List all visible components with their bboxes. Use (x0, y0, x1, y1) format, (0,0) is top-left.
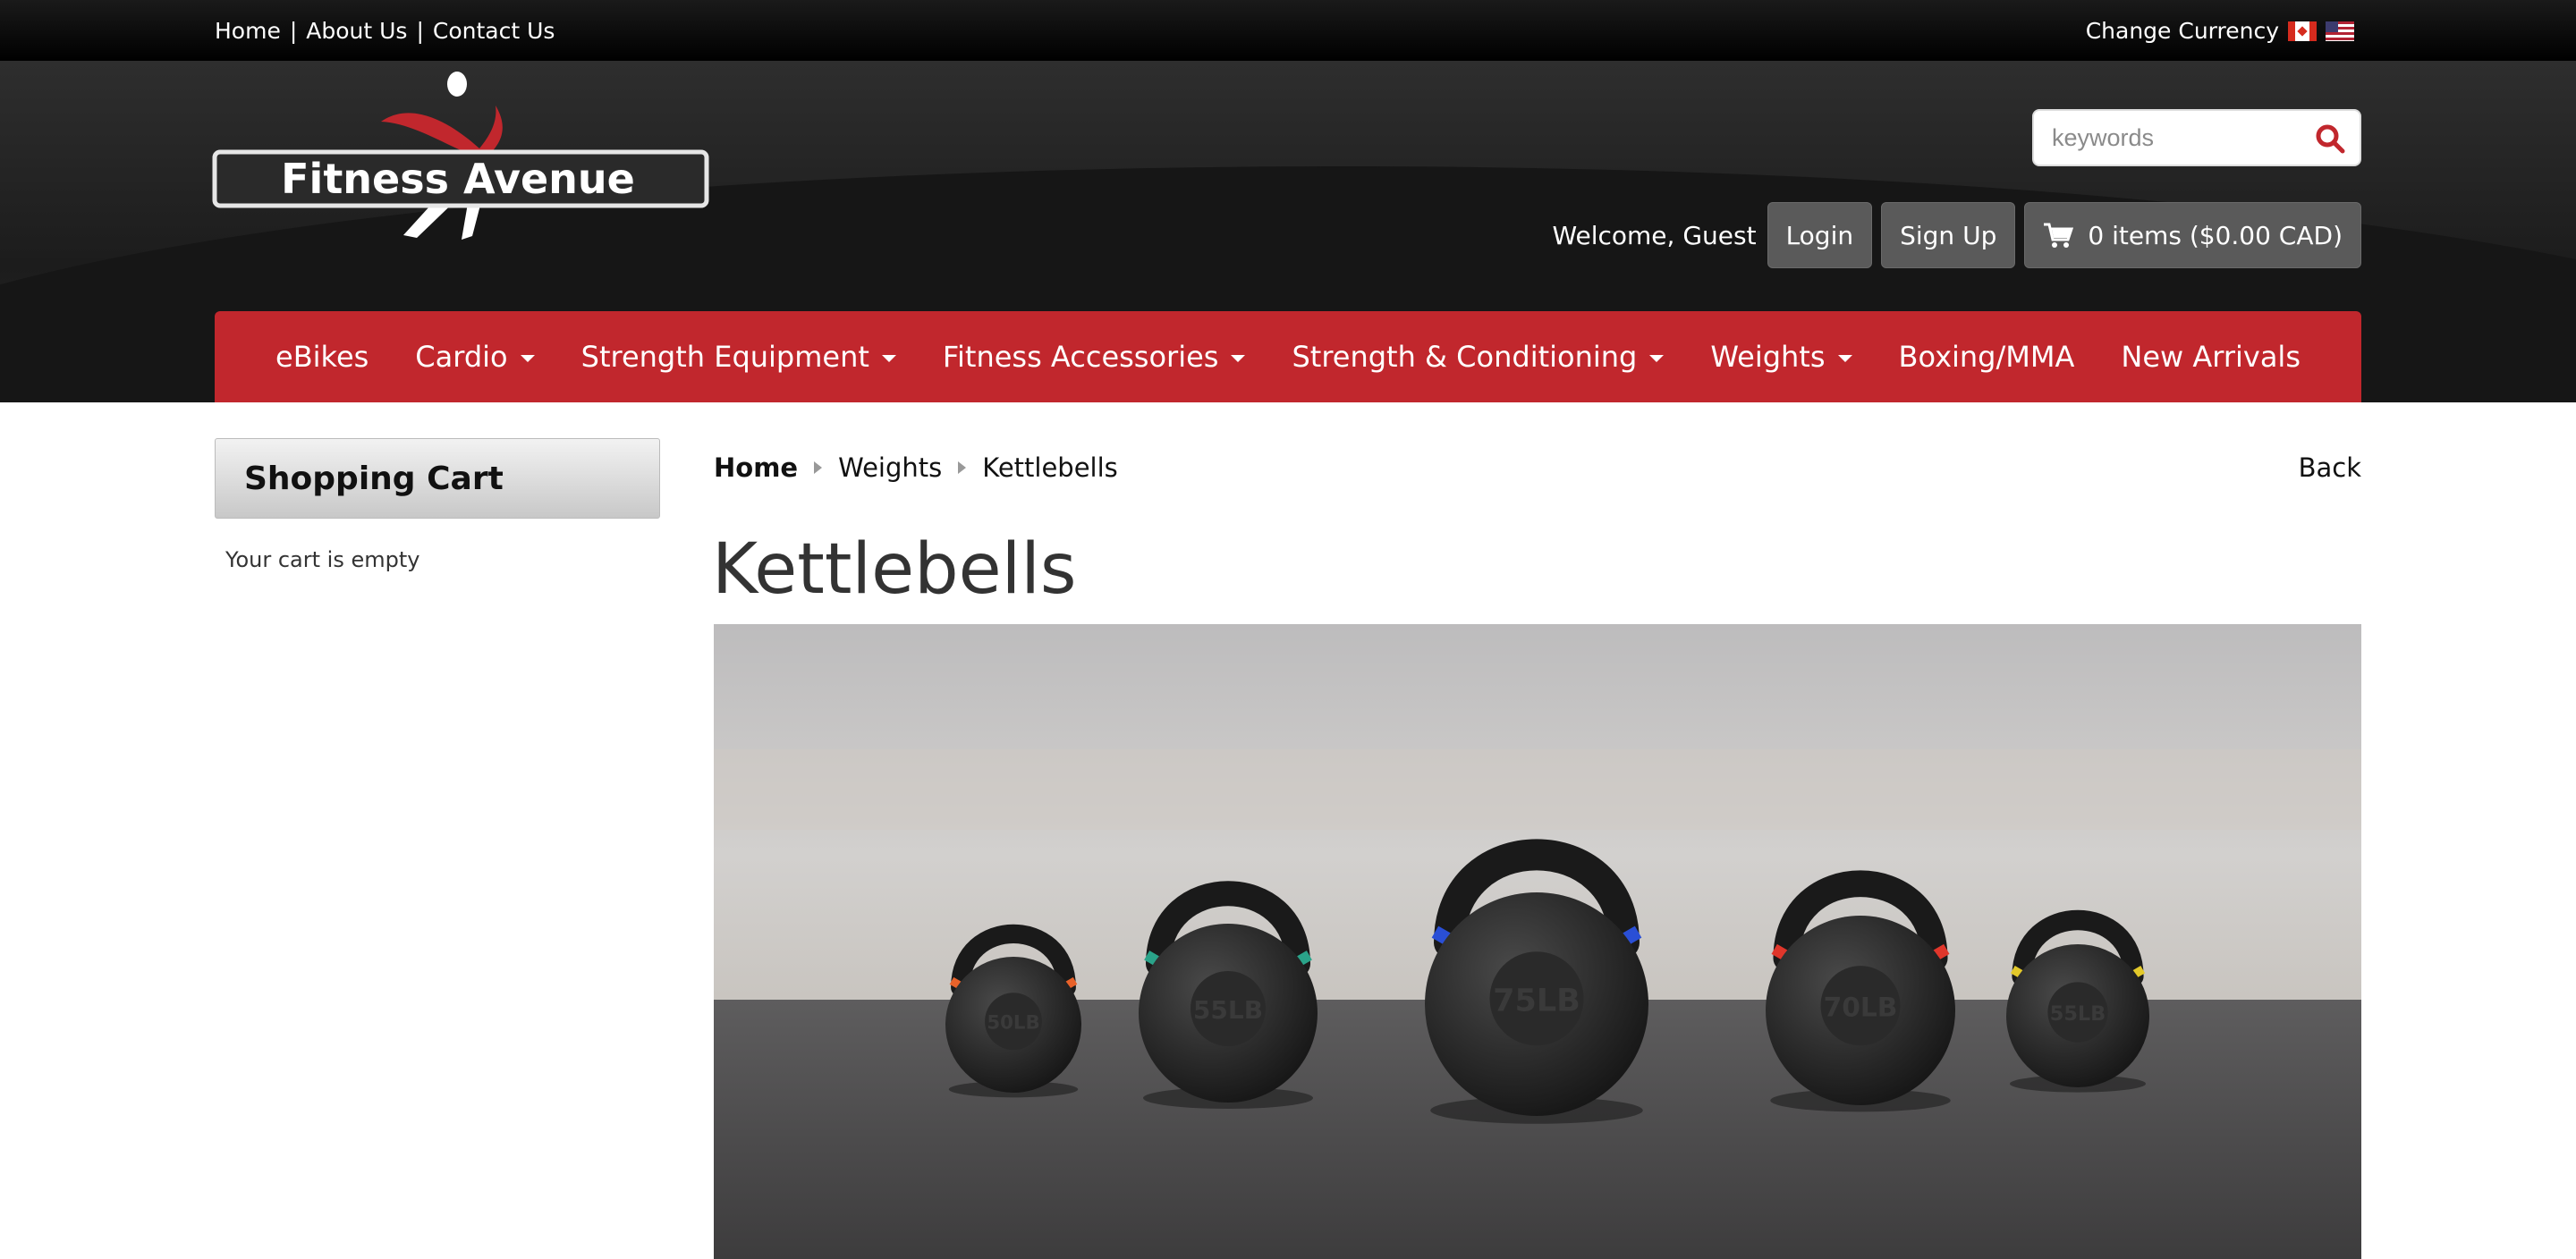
nav-item-boxing-mma[interactable]: Boxing/MMA (1899, 340, 2075, 374)
top-link-contact[interactable]: Contact Us (433, 18, 555, 44)
kettlebell: 70LB (1766, 870, 1955, 1112)
nav-item-label: Fitness Accessories (942, 340, 1219, 374)
canada-flag-icon[interactable] (2288, 21, 2317, 41)
kettlebell: 50LB (945, 924, 1081, 1098)
breadcrumb-home[interactable]: Home (714, 452, 798, 483)
caret-down-icon (520, 355, 535, 362)
currency-label: Change Currency (2085, 18, 2279, 44)
nav-item-label: Boxing/MMA (1898, 340, 2075, 374)
search-icon[interactable] (2313, 122, 2347, 156)
cart-summary: 0 items ($0.00 CAD) (2088, 220, 2343, 250)
cart-button[interactable]: 0 items ($0.00 CAD) (2024, 202, 2361, 268)
nav-item-label: New Arrivals (2121, 340, 2301, 374)
caret-down-icon (1649, 355, 1665, 362)
nav-item-weights[interactable]: Weights (1710, 340, 1852, 374)
shopping-cart-panel-header: Shopping Cart (215, 438, 660, 519)
top-link-about[interactable]: About Us (306, 18, 407, 44)
nav-item-label: Weights (1710, 340, 1826, 374)
caret-down-icon (1231, 355, 1246, 362)
kettlebell-weight-label: 55LB (1193, 995, 1263, 1025)
nav-item-strength-equipment[interactable]: Strength Equipment (581, 340, 896, 374)
kettlebell-weight-label: 75LB (1493, 984, 1580, 1019)
top-link-home[interactable]: Home (215, 18, 281, 44)
account-bar: Welcome, Guest Login Sign Up 0 items ($0… (1552, 202, 2361, 268)
kettlebell-weight-label: 70LB (1824, 991, 1898, 1022)
nav-item-label: Strength Equipment (580, 340, 869, 374)
kettlebell: 75LB (1425, 839, 1648, 1124)
separator: | (289, 18, 298, 44)
search-box (2032, 109, 2361, 166)
caret-down-icon (881, 355, 896, 362)
kettlebell-weight-label: 50LB (987, 1012, 1039, 1035)
top-links: Home | About Us | Contact Us (215, 18, 555, 44)
breadcrumb: Home Weights Kettlebells (714, 452, 1118, 483)
kettlebell-weight-label: 55LB (2050, 1002, 2106, 1026)
cart-empty-text: Your cart is empty (225, 547, 420, 572)
login-button[interactable]: Login (1767, 202, 1873, 268)
top-utility-bar: Home | About Us | Contact Us Change Curr… (0, 0, 2576, 61)
shopping-cart-title: Shopping Cart (244, 460, 504, 497)
currency-switcher: Change Currency (2086, 18, 2354, 44)
back-link[interactable]: Back (2299, 452, 2361, 483)
breadcrumb-current: Kettlebells (982, 452, 1118, 483)
us-flag-icon[interactable] (2326, 21, 2354, 41)
search-input[interactable] (2034, 123, 2302, 152)
nav-item-label: eBikes (275, 340, 369, 374)
caret-down-icon (1837, 355, 1852, 362)
cart-icon (2044, 223, 2074, 248)
main-nav: eBikes Cardio Strength Equipment Fitness… (215, 311, 2361, 402)
nav-item-new-arrivals[interactable]: New Arrivals (2121, 340, 2301, 374)
nav-item-label: Cardio (415, 340, 508, 374)
fitness-avenue-logo[interactable]: Fitness Avenue (211, 70, 712, 240)
nav-item-cardio[interactable]: Cardio (415, 340, 535, 374)
separator: | (416, 18, 424, 44)
kettlebell: 55LB (1139, 881, 1318, 1109)
svg-text:Fitness Avenue: Fitness Avenue (281, 155, 635, 203)
breadcrumb-arrow-icon (814, 461, 823, 474)
nav-item-strength-conditioning[interactable]: Strength & Conditioning (1292, 340, 1665, 374)
kettlebell: 55LB (2006, 909, 2149, 1093)
nav-item-fitness-accessories[interactable]: Fitness Accessories (943, 340, 1246, 374)
welcome-text: Welcome, Guest (1552, 220, 1757, 250)
kettlebells-hero-image: 50LB 55LB 75LB 70LB 55LB (714, 624, 2361, 1259)
nav-item-label: Strength & Conditioning (1292, 340, 1638, 374)
breadcrumb-weights[interactable]: Weights (838, 452, 942, 483)
signup-button[interactable]: Sign Up (1881, 202, 2016, 268)
breadcrumb-arrow-icon (958, 461, 967, 474)
nav-item-ebikes[interactable]: eBikes (275, 340, 369, 374)
page-title: Kettlebells (712, 529, 1077, 610)
